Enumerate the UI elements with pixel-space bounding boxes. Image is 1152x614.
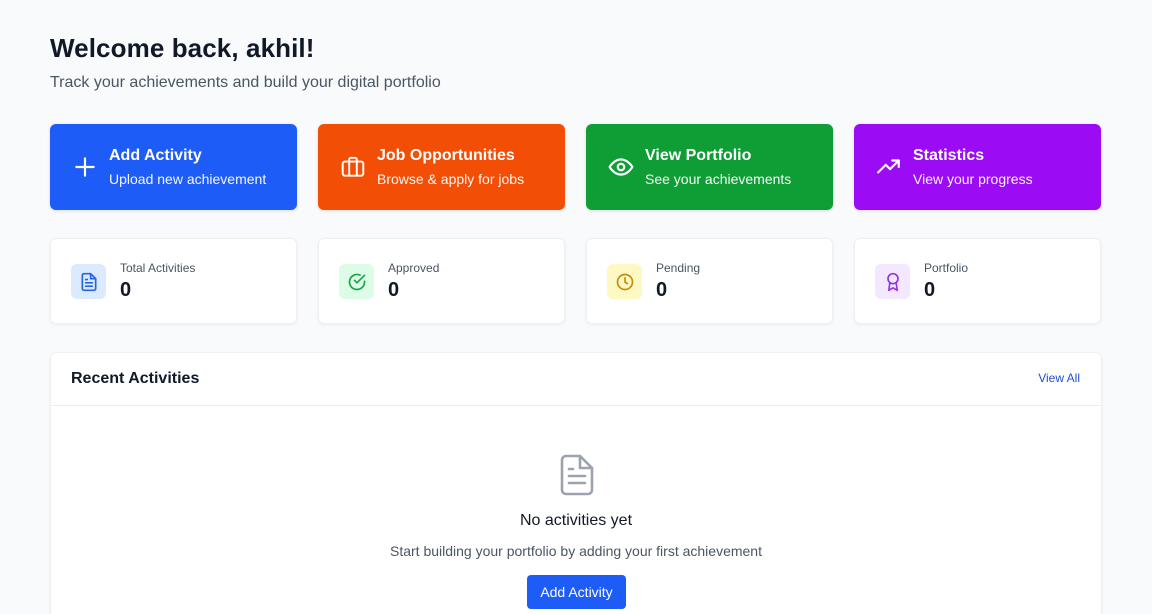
plus-icon xyxy=(72,154,98,180)
stat-approved: Approved 0 xyxy=(318,238,565,324)
trending-up-icon xyxy=(876,154,902,180)
stat-portfolio: Portfolio 0 xyxy=(854,238,1101,324)
clock-icon xyxy=(607,264,642,299)
stat-label: Total Activities xyxy=(120,261,196,275)
add-activity-button[interactable]: Add Activity xyxy=(527,575,626,609)
quick-actions: Add Activity Upload new achievement Job … xyxy=(50,124,1102,210)
page-title: Welcome back, akhil! xyxy=(50,33,315,63)
stat-value: 0 xyxy=(924,279,936,301)
empty-state-title: No activities yet xyxy=(519,512,633,529)
view-portfolio-card[interactable]: View Portfolio See your achievements xyxy=(586,124,833,210)
job-opportunities-card[interactable]: Job Opportunities Browse & apply for job… xyxy=(318,124,565,210)
add-activity-card[interactable]: Add Activity Upload new achievement xyxy=(50,124,297,210)
action-label: Add Activity xyxy=(109,147,202,164)
stat-value: 0 xyxy=(656,279,668,301)
dashboard-page: Welcome back, akhil! Track your achievem… xyxy=(0,0,1152,614)
award-icon xyxy=(875,264,910,299)
action-label: View Portfolio xyxy=(645,147,752,164)
action-description: Upload new achievement xyxy=(109,171,267,187)
action-label: Statistics xyxy=(913,147,985,164)
briefcase-icon xyxy=(340,154,366,180)
panel-header: Recent Activities View All xyxy=(51,353,1101,406)
stats-row: Total Activities 0 Approved 0 Pending 0 … xyxy=(50,238,1102,324)
stat-value: 0 xyxy=(120,279,132,301)
document-icon xyxy=(558,453,596,497)
stat-label: Portfolio xyxy=(924,261,969,275)
action-label: Job Opportunities xyxy=(377,147,515,164)
stat-total-activities: Total Activities 0 xyxy=(50,238,297,324)
document-icon xyxy=(71,264,106,299)
check-circle-icon xyxy=(339,264,374,299)
action-description: View your progress xyxy=(913,171,1033,187)
page-subtitle: Track your achievements and build your d… xyxy=(50,74,441,91)
recent-activities-panel: Recent Activities View All No activities… xyxy=(50,352,1102,614)
action-description: Browse & apply for jobs xyxy=(377,171,525,187)
stat-pending: Pending 0 xyxy=(586,238,833,324)
stat-label: Approved xyxy=(388,261,440,275)
view-all-link[interactable]: View All xyxy=(1038,371,1080,385)
eye-icon xyxy=(608,154,634,180)
empty-state-description: Start building your portfolio by adding … xyxy=(390,543,762,559)
statistics-card[interactable]: Statistics View your progress xyxy=(854,124,1101,210)
stat-value: 0 xyxy=(388,279,400,301)
panel-title: Recent Activities xyxy=(71,370,200,387)
stat-label: Pending xyxy=(656,261,701,275)
action-description: See your achievements xyxy=(645,171,792,187)
